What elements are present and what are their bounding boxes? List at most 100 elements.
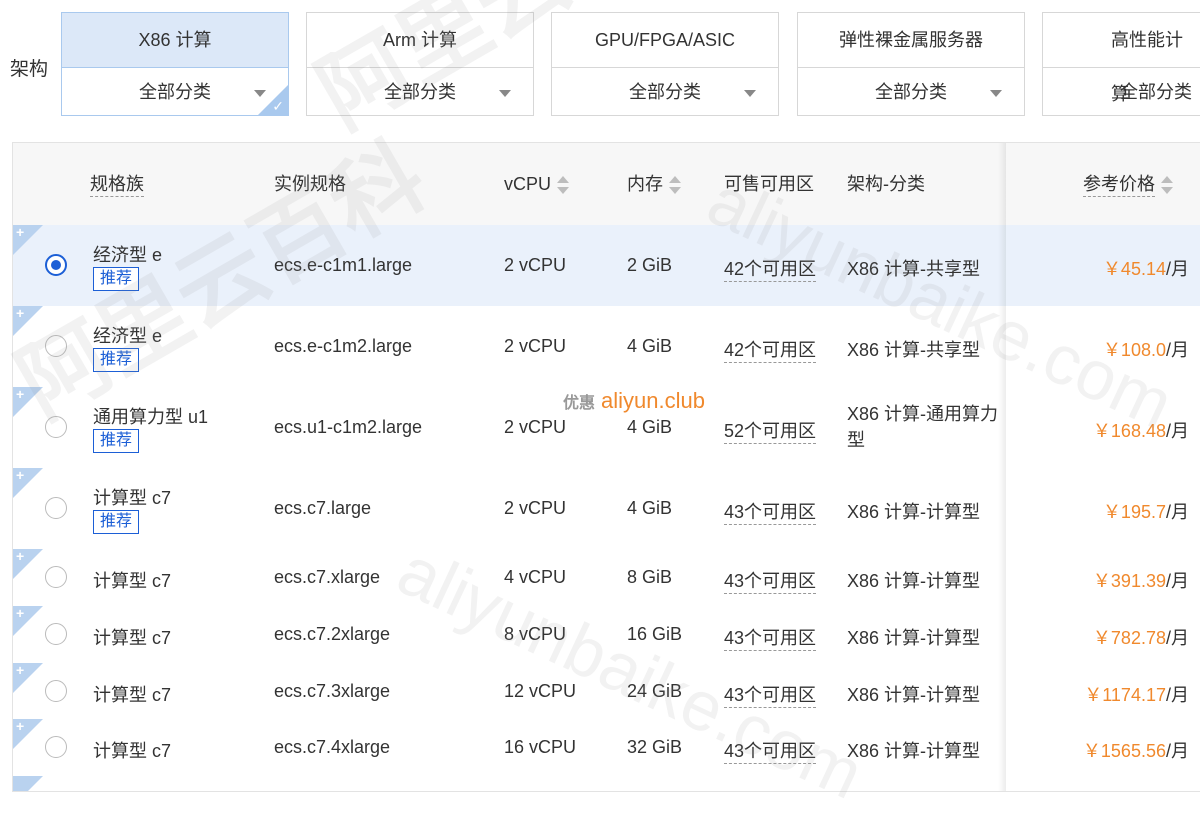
row-radio[interactable] xyxy=(45,335,67,357)
zones-cell[interactable]: 43个可用区 xyxy=(724,498,817,525)
recommend-badge: 推荐 xyxy=(93,348,140,372)
zones-cell[interactable]: 43个可用区 xyxy=(724,681,817,708)
spec-cell: ecs.c7.4xlarge xyxy=(274,737,391,757)
price-unit: /月 xyxy=(1165,502,1189,522)
category-select[interactable]: 全部分类 xyxy=(307,68,533,116)
table-header: 规格族 实例规格 vCPU 内存 可售可用区 架构-分类 参考价格 xyxy=(13,143,1200,226)
row-radio[interactable] xyxy=(45,566,67,588)
vcpu-cell: 2 vCPU xyxy=(504,255,567,275)
architecture-card-title: 弹性裸金属服务器 xyxy=(798,13,1024,68)
recommend-badge: 推荐 xyxy=(93,429,140,453)
family-name: 通用算力型 u1 xyxy=(93,407,209,427)
promo-prefix: 优惠 xyxy=(563,395,596,412)
promo-site: aliyun.club xyxy=(601,388,705,413)
plus-icon[interactable]: + xyxy=(16,606,24,620)
architecture-card-gpu[interactable]: GPU/FPGA/ASIC 全部分类 xyxy=(551,12,779,116)
category-select-value: 全部分类 xyxy=(384,82,456,102)
arch-cell: X86 计算-通用算力型 xyxy=(847,404,999,450)
spec-cell: ecs.c7.large xyxy=(274,498,372,518)
table-row[interactable]: + 计算型 c7 ecs.c7.3xlarge 12 vCPU 24 GiB 4… xyxy=(13,663,1200,720)
architecture-card-bare-metal[interactable]: 弹性裸金属服务器 全部分类 xyxy=(797,12,1025,116)
category-select-value: 全部分类 xyxy=(1120,82,1192,102)
arch-cell: X86 计算-计算型 xyxy=(847,502,981,522)
sort-icon[interactable] xyxy=(669,175,681,195)
vcpu-cell: 2 vCPU xyxy=(504,336,567,356)
architecture-card-title: 高性能计算 xyxy=(1043,13,1200,104)
table-row-partial xyxy=(13,776,1200,791)
arch-cell: X86 计算-计算型 xyxy=(847,571,981,591)
price-unit: /月 xyxy=(1165,628,1189,648)
plus-icon[interactable]: + xyxy=(16,549,24,563)
price-cell: ￥195.7/月 xyxy=(1103,498,1189,524)
zones-cell[interactable]: 43个可用区 xyxy=(724,567,817,594)
table-row[interactable]: + 计算型 c7 推荐 ecs.c7.large 2 vCPU 4 GiB 43… xyxy=(13,468,1200,550)
row-radio[interactable] xyxy=(45,254,67,276)
header-vcpu[interactable]: vCPU xyxy=(504,143,570,225)
price-amount: ￥45.14 xyxy=(1102,259,1166,279)
check-icon: ✓ xyxy=(272,98,284,114)
price-amount: ￥168.48 xyxy=(1092,421,1166,441)
zones-cell[interactable]: 42个可用区 xyxy=(724,336,817,363)
zones-cell[interactable]: 42个可用区 xyxy=(724,255,817,282)
price-unit: /月 xyxy=(1165,741,1189,761)
header-price[interactable]: 参考价格 xyxy=(1083,143,1173,225)
category-select[interactable]: 全部分类 xyxy=(62,68,288,116)
architecture-card-hpc[interactable]: 高性能计算 全部分类 xyxy=(1042,12,1200,116)
memory-cell: 32 GiB xyxy=(627,737,683,757)
zones-cell[interactable]: 52个可用区 xyxy=(724,417,817,444)
plus-icon[interactable]: + xyxy=(16,719,24,733)
spec-cell: ecs.c7.3xlarge xyxy=(274,681,391,701)
caret-down-icon xyxy=(499,90,511,97)
category-select[interactable]: 全部分类 xyxy=(798,68,1024,116)
memory-cell: 4 GiB xyxy=(627,417,673,437)
vcpu-cell: 16 vCPU xyxy=(504,737,577,757)
plus-icon[interactable]: + xyxy=(16,468,24,482)
architecture-card-arm[interactable]: Arm 计算 全部分类 xyxy=(306,12,534,116)
header-memory[interactable]: 内存 xyxy=(627,143,681,225)
price-unit: /月 xyxy=(1165,685,1189,705)
table-row[interactable]: + 计算型 c7 ecs.c7.4xlarge 16 vCPU 32 GiB 4… xyxy=(13,719,1200,777)
architecture-label: 架构 xyxy=(10,59,49,80)
arch-cell: X86 计算-共享型 xyxy=(847,340,981,360)
price-cell: ￥1174.17/月 xyxy=(1084,681,1189,707)
architecture-card-x86[interactable]: X86 计算 全部分类 ✓ xyxy=(61,12,289,116)
family-name: 计算型 c7 xyxy=(93,685,172,705)
row-radio[interactable] xyxy=(45,736,67,758)
spec-cell: ecs.c7.xlarge xyxy=(274,567,381,587)
header-spec: 实例规格 xyxy=(274,174,346,194)
table-row[interactable]: + 经济型 e 推荐 ecs.e-c1m2.large 2 vCPU 4 GiB… xyxy=(13,306,1200,388)
memory-cell: 2 GiB xyxy=(627,255,673,275)
plus-icon[interactable]: + xyxy=(16,387,24,401)
plus-icon[interactable]: + xyxy=(16,663,24,677)
sort-icon[interactable] xyxy=(557,175,570,195)
family-name: 计算型 c7 xyxy=(93,488,172,508)
price-amount: ￥1565.56 xyxy=(1082,741,1166,761)
row-radio[interactable] xyxy=(45,416,67,438)
header-zones: 可售可用区 xyxy=(724,174,814,194)
category-select[interactable]: 全部分类 xyxy=(552,68,778,116)
row-radio[interactable] xyxy=(45,680,67,702)
price-cell: ￥168.48/月 xyxy=(1093,417,1189,443)
price-unit: /月 xyxy=(1165,571,1189,591)
instance-table: 规格族 实例规格 vCPU 内存 可售可用区 架构-分类 参考价格 + 经济型 … xyxy=(12,142,1200,792)
family-name: 经济型 e xyxy=(93,245,163,265)
architecture-card-title: X86 计算 xyxy=(62,13,288,68)
arch-cell: X86 计算-共享型 xyxy=(847,259,981,279)
zones-cell[interactable]: 43个可用区 xyxy=(724,737,817,764)
row-radio[interactable] xyxy=(45,623,67,645)
zones-cell[interactable]: 43个可用区 xyxy=(724,624,817,651)
category-select[interactable]: 全部分类 xyxy=(1043,68,1200,116)
sort-icon[interactable] xyxy=(1161,175,1173,195)
vcpu-cell: 2 vCPU xyxy=(504,498,567,518)
row-radio[interactable] xyxy=(45,497,67,519)
plus-icon[interactable]: + xyxy=(16,225,24,239)
spec-cell: ecs.e-c1m1.large xyxy=(274,255,413,275)
table-row[interactable]: + 计算型 c7 ecs.c7.2xlarge 8 vCPU 16 GiB 43… xyxy=(13,606,1200,664)
arch-cell: X86 计算-计算型 xyxy=(847,741,981,761)
table-row[interactable]: + 经济型 e 推荐 ecs.e-c1m1.large 2 vCPU 2 GiB… xyxy=(13,225,1200,307)
price-cell: ￥782.78/月 xyxy=(1093,624,1189,650)
plus-icon[interactable]: + xyxy=(16,306,24,320)
price-amount: ￥782.78 xyxy=(1092,628,1166,648)
table-row[interactable]: + 计算型 c7 ecs.c7.xlarge 4 vCPU 8 GiB 43个可… xyxy=(13,549,1200,607)
expand-corner[interactable] xyxy=(13,776,43,791)
